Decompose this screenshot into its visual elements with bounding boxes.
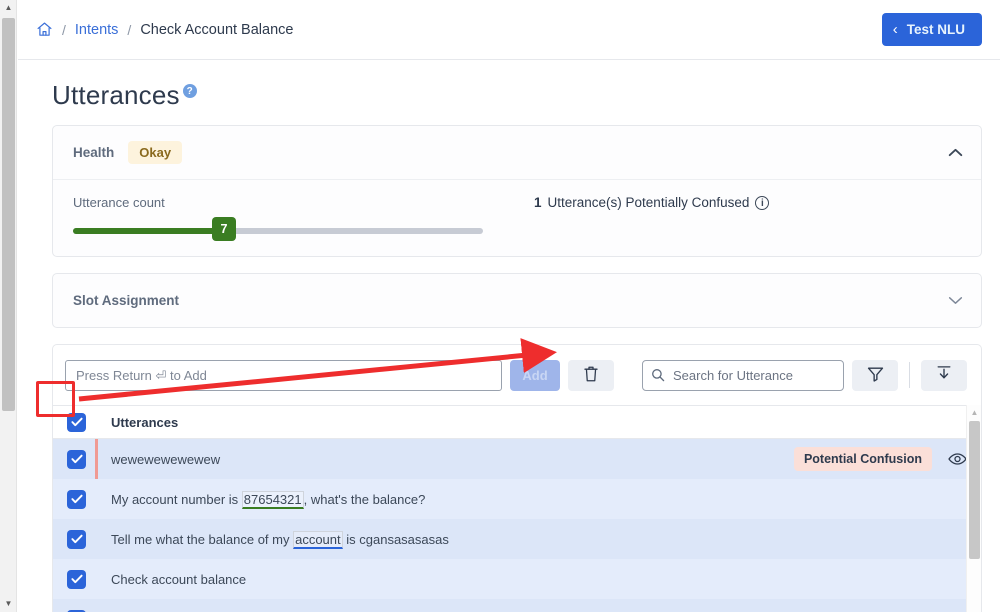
utterance-text: My account number is 87654321, what's th… (111, 490, 426, 509)
entity-annotation[interactable]: 87654321 (241, 490, 304, 509)
table-scrollbar-thumb[interactable] (969, 421, 980, 559)
utterance-text-before: My account number is (111, 491, 242, 507)
chevron-left-icon: ‹ (892, 21, 898, 38)
row-actions: Potential Confusion (793, 447, 981, 471)
info-icon[interactable]: i (755, 196, 770, 210)
row-checkbox[interactable] (67, 569, 86, 589)
filter-icon (867, 366, 884, 385)
utterance-text: Tell me what the balance of my account i… (111, 530, 449, 549)
toolbar-right-group (642, 359, 967, 391)
app-root: ▲ ▼ / Intents / Check Account Balance ‹ … (0, 0, 1000, 612)
health-label: Health (73, 145, 115, 160)
utterance-text: Check account balance (111, 571, 247, 587)
slot-assignment-label: Slot Assignment (73, 293, 180, 308)
health-card-header[interactable]: Health Okay (53, 126, 981, 179)
confused-text: Utterance(s) Potentially Confused (547, 195, 750, 210)
toolbar-divider (909, 362, 910, 388)
utterance-text-before: Tell me what the balance of my (111, 531, 294, 547)
row-checkbox[interactable] (67, 489, 86, 509)
table-row[interactable]: wewewewewewew Potential Confusion (53, 439, 981, 479)
filter-button[interactable] (852, 359, 898, 391)
page-title-row: Utterances ? (36, 60, 982, 125)
top-bar: / Intents / Check Account Balance ‹ Test… (18, 0, 1000, 60)
row-confusion-stripe (95, 439, 98, 479)
utterance-text: wewewewewewew (111, 451, 221, 467)
select-all-checkbox[interactable] (67, 412, 86, 432)
column-header-utterances: Utterances (111, 414, 179, 430)
confused-count: 1 (534, 195, 542, 210)
slot-assignment-header[interactable]: Slot Assignment (53, 274, 981, 327)
health-status-badge: Okay (128, 141, 183, 164)
add-utterance-button[interactable]: Add (510, 359, 560, 391)
chevron-up-icon[interactable] (948, 146, 963, 159)
trash-icon (583, 365, 599, 386)
breadcrumb-item-intents[interactable]: Intents (75, 22, 119, 38)
slider-value-knob[interactable]: 7 (212, 217, 236, 241)
utterance-count-label: Utterance count (73, 195, 165, 210)
eye-icon[interactable] (948, 452, 967, 466)
breadcrumb-separator-1: / (62, 21, 66, 38)
status-badge: Potential Confusion (793, 447, 932, 471)
health-card-body: Utterance count 7 1 Utterance(s) Potenti… (53, 179, 981, 256)
test-nlu-button[interactable]: ‹ Test NLU (881, 13, 982, 46)
search-input[interactable] (671, 366, 831, 384)
chevron-down-icon[interactable] (948, 294, 963, 307)
entity-annotation[interactable]: account (293, 530, 343, 549)
row-checkbox[interactable] (67, 449, 86, 469)
breadcrumb-item-current: Check Account Balance (140, 21, 294, 38)
table-row[interactable]: Tell me what the balance of my account i… (53, 519, 981, 559)
search-utterance-box[interactable] (642, 359, 844, 391)
page-scrollbar-up-arrow[interactable]: ▲ (0, 0, 17, 16)
utterances-panel: Add (52, 344, 982, 612)
slider-fill (73, 228, 226, 234)
utterance-count-slider[interactable]: 7 (73, 217, 518, 241)
slot-assignment-card: Slot Assignment (52, 273, 982, 328)
breadcrumb-separator-2: / (127, 21, 132, 38)
home-icon[interactable] (36, 21, 53, 38)
table-row[interactable]: Check account balance (53, 559, 981, 599)
utterance-count-block: Utterance count 7 (73, 195, 518, 241)
potentially-confused-info: 1 Utterance(s) Potentially Confused i (518, 195, 770, 236)
test-nlu-label: Test NLU (906, 22, 965, 37)
table-header-row: Utterances (53, 405, 981, 439)
table-scrollbar-up-arrow[interactable]: ▲ (967, 405, 981, 419)
page-scrollbar[interactable]: ▲ ▼ (0, 0, 17, 612)
utterance-text-after: is cgansasasasas (342, 531, 449, 547)
utterances-toolbar: Add (53, 345, 981, 405)
search-icon (651, 368, 665, 382)
page-title: Utterances (52, 80, 180, 110)
add-utterance-input[interactable] (65, 359, 502, 391)
content-area: / Intents / Check Account Balance ‹ Test… (18, 0, 1000, 612)
table-scrollbar[interactable]: ▲ ▼ (966, 405, 981, 612)
page-body: Utterances ? Health Okay Utterance count (18, 60, 1000, 612)
table-row[interactable] (53, 599, 981, 612)
row-checkbox[interactable] (67, 529, 86, 549)
download-icon (936, 365, 952, 385)
table-row[interactable]: My account number is 87654321, what's th… (53, 479, 981, 519)
help-icon[interactable]: ? (182, 84, 197, 98)
delete-utterances-button[interactable] (568, 359, 614, 391)
page-scrollbar-down-arrow[interactable]: ▼ (0, 596, 17, 612)
utterance-text-after: , what's the balance? (303, 491, 426, 507)
breadcrumb: / Intents / Check Account Balance (36, 21, 293, 38)
utterances-list: wewewewewewew Potential Confusion My acc… (53, 439, 981, 612)
download-utterances-button[interactable] (921, 359, 967, 391)
page-scrollbar-thumb[interactable] (2, 18, 15, 411)
health-card: Health Okay Utterance count 7 1 Utteranc… (52, 125, 982, 257)
